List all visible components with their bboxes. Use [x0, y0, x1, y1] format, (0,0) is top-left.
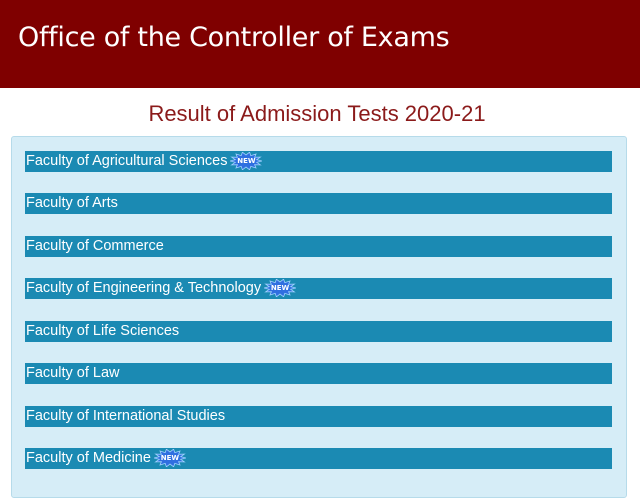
faculty-label: Faculty of Life Sciences: [26, 323, 180, 339]
faculty-link-commerce[interactable]: Faculty of Commerce: [25, 236, 612, 257]
faculty-label: Faculty of Commerce: [26, 238, 164, 254]
new-starburst-icon: NEW: [230, 151, 263, 170]
faculty-label: Faculty of Arts: [26, 195, 118, 211]
site-header: Office of the Controller of Exams: [0, 0, 640, 88]
faculty-label: Faculty of Agricultural Sciences: [26, 153, 228, 169]
new-starburst-icon: NEW: [264, 278, 297, 297]
new-badge-text: NEW: [270, 283, 290, 292]
faculty-link-arts[interactable]: Faculty of Arts: [25, 193, 612, 214]
site-title: Office of the Controller of Exams: [18, 22, 450, 53]
new-badge-text: NEW: [237, 156, 256, 165]
faculty-link-law[interactable]: Faculty of Law: [25, 363, 612, 384]
faculty-link-international-studies[interactable]: Faculty of International Studies: [25, 406, 612, 427]
faculty-link-life-sciences[interactable]: Faculty of Life Sciences: [25, 321, 612, 342]
faculty-link-medicine[interactable]: Faculty of Medicine NEW: [25, 448, 612, 469]
faculty-label: Faculty of Law: [26, 365, 120, 381]
faculty-label: Faculty of International Studies: [26, 408, 226, 424]
faculty-label: Faculty of Medicine: [26, 450, 151, 466]
new-badge-text: NEW: [160, 453, 180, 462]
new-starburst-icon: NEW: [153, 448, 186, 467]
page-title: Result of Admission Tests 2020-21: [148, 101, 486, 126]
faculty-label: Faculty of Engineering & Technology: [26, 280, 262, 296]
faculty-link-engineering-technology[interactable]: Faculty of Engineering & Technology NEW: [25, 278, 612, 299]
results-panel: Faculty of Agricultural Sciences NEW Facu…: [11, 136, 627, 498]
faculty-link-agricultural-sciences[interactable]: Faculty of Agricultural Sciences NEW: [25, 151, 612, 172]
